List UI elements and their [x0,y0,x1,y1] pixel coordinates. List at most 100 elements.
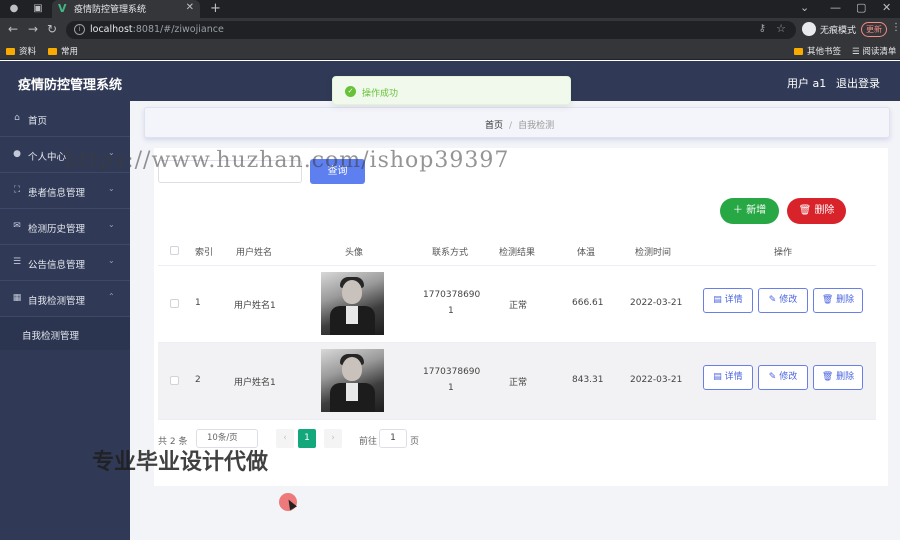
column-header: 检测时间 [635,248,672,258]
check-circle-icon: ✓ [345,86,356,97]
home-icon: ⌂ [14,113,20,123]
bookmarks-bar: 资料 常用 其他书签 ☰ 阅读清单 [0,42,900,60]
select-all-checkbox[interactable] [170,246,179,255]
folder-icon [48,48,57,55]
column-header: 头像 [345,248,364,258]
maximize-window-icon[interactable]: ▢ [856,1,866,14]
cell-time: 2022-03-21 [630,298,683,308]
sidebar-item-label: 首页 [28,116,48,127]
table-header: 索引 用户姓名 头像 联系方式 检测结果 体温 检测时间 操作 [158,236,876,266]
minimize-window-icon[interactable]: — [830,1,841,14]
reload-icon[interactable]: ↻ [45,22,59,36]
avatar [321,272,384,335]
key-icon[interactable]: ⚷ [759,23,766,34]
cell-index: 1 [195,298,201,308]
pinned-tab-icon[interactable]: ▣ [32,3,44,15]
column-header: 用户姓名 [236,248,273,258]
cell-name: 用户姓名1 [234,378,276,388]
detail-button[interactable]: ▤ 详情 [703,288,753,313]
more-menu-icon[interactable]: ⋮ [891,22,900,33]
delete-button[interactable]: 🗑 删除 [813,288,863,313]
browser-toolbar: ← → ↻ i localhost:8081/#/ziwojiance ⚷ ☆ … [0,18,900,42]
row-checkbox[interactable] [170,299,179,308]
close-window-icon[interactable]: ✕ [882,1,891,14]
cell-temperature: 843.31 [572,375,604,385]
delete-button[interactable]: 🗑 删除 [813,365,863,390]
incognito-label: 无痕模式 [820,26,857,36]
success-toast: ✓ 操作成功 [332,76,571,105]
bookmark-star-icon[interactable]: ☆ [776,22,786,35]
browser-tabstrip: ● ▣ V 疫情防控管理系统 ✕ + ⌄ — ▢ ✕ [0,0,900,18]
row-checkbox[interactable] [170,376,179,385]
trash-icon: 🗑 [821,295,837,305]
grid-icon: ▦ [12,293,22,303]
batch-delete-button[interactable]: 🗑 删除 [787,198,846,224]
trash-icon: 🗑 [798,205,815,216]
sidebar-item-self-test[interactable]: ▦ 自我检测管理 ⌃ [0,281,130,317]
add-button[interactable]: ＋ 新增 [720,198,779,224]
tab-close-icon[interactable]: ✕ [186,2,194,13]
edit-icon: ✎ [768,295,780,305]
sidebar-item-home[interactable]: ⌂ 首页 [0,101,130,137]
cell-phone: 1770378690 [423,367,481,377]
bookmark-folder-2[interactable]: 常用 [48,45,78,57]
sidebar-item-test-history[interactable]: ✉ 检测历史管理 ⌄ [0,209,130,245]
document-icon: ▤ [713,372,725,382]
page-suffix: 页 [410,437,420,447]
user-icon: ● [13,149,21,159]
column-header: 索引 [195,248,214,258]
cell-phone: 1770378690 [423,290,481,300]
breadcrumb-current: 自我检测 [518,121,555,131]
browser-tab[interactable]: V 疫情防控管理系统 ✕ [52,0,200,18]
bookmark-folder-1[interactable]: 资料 [6,45,36,57]
breadcrumb-home[interactable]: 首页 [485,121,503,131]
breadcrumb-separator: / [509,121,513,131]
new-tab-button[interactable]: + [210,0,221,17]
column-header: 联系方式 [432,248,469,258]
sidebar-item-label: 自我检测管理 [28,296,86,307]
column-header: 操作 [774,248,793,258]
column-header: 体温 [577,248,596,258]
reading-list[interactable]: ☰ 阅读清单 [852,45,896,57]
page-number[interactable]: 1 [298,429,316,448]
sidebar-subitem-self-test[interactable]: 自我检测管理 [0,317,130,350]
sidebar-item-label: 公告信息管理 [28,260,86,271]
logout-link[interactable]: 退出登录 [836,75,880,91]
cell-phone-wrap: 1 [448,383,454,393]
watermark-text: 专业毕业设计代做 [92,450,269,475]
cell-result: 正常 [509,301,528,311]
back-icon[interactable]: ← [6,22,20,36]
chevron-down-icon: ⌄ [108,184,115,193]
sidebar-item-announcements[interactable]: ☰ 公告信息管理 ⌄ [0,245,130,281]
next-page-button[interactable]: › [324,429,342,448]
list-icon: ☰ [12,257,22,267]
other-bookmarks[interactable]: 其他书签 [794,45,841,57]
browser-menu-icon[interactable]: ● [8,3,20,15]
column-header: 检测结果 [499,248,536,258]
chevron-down-icon: ⌄ [108,220,115,229]
content-panel: 查询 ＋ 新增 🗑 删除 索引 用户姓名 头像 联系方式 检测结果 体温 检测时… [154,148,888,486]
toast-message: 操作成功 [362,89,399,99]
document-icon: ▤ [713,295,725,305]
edit-button[interactable]: ✎ 修改 [758,288,808,313]
prev-page-button[interactable]: ‹ [276,429,294,448]
reading-list-icon: ☰ [852,47,863,57]
breadcrumb: 首页 / 自我检测 [485,118,554,131]
address-bar[interactable]: i localhost:8081/#/ziwojiance ⚷ ☆ [66,21,796,39]
detail-button[interactable]: ▤ 详情 [703,365,753,390]
app-title: 疫情防控管理系统 [18,78,123,93]
table-row: 2 用户姓名1 1770378690 1 正常 843.31 2022-03-2… [158,343,876,420]
sidebar-item-label: 检测历史管理 [28,224,86,235]
current-user: 用户 a1 [787,77,827,90]
sidebar-item-patient-info[interactable]: ⛶ 患者信息管理 ⌄ [0,173,130,209]
info-icon[interactable]: i [74,24,85,35]
edit-button[interactable]: ✎ 修改 [758,365,808,390]
goto-page-input[interactable]: 1 [379,429,407,448]
minimize-icon[interactable]: ⌄ [800,1,809,14]
cell-phone-wrap: 1 [448,306,454,316]
forward-icon[interactable]: → [26,22,40,36]
update-button[interactable]: 更新 [861,22,887,37]
edit-icon: ✎ [768,372,780,382]
watermark-url: https://www.huzhan.com/ishop39397 [64,148,510,173]
goto-label: 前往 [359,437,378,447]
